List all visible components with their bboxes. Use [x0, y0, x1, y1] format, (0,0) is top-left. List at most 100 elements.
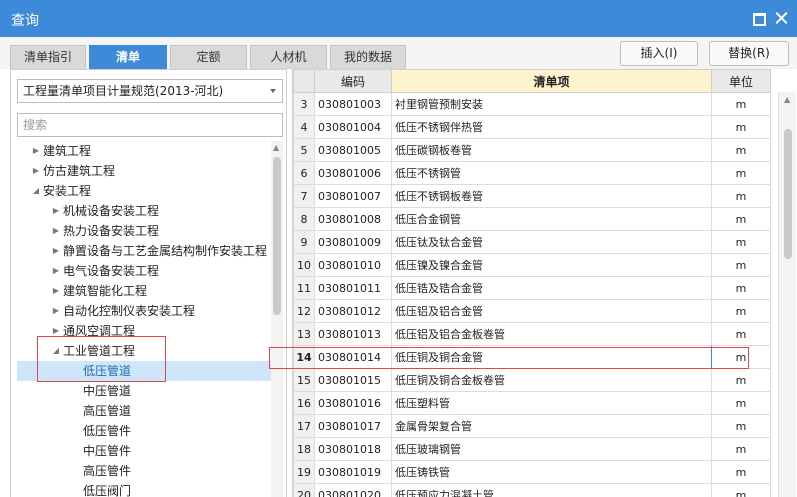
expand-arrow-icon[interactable]: ▶	[49, 201, 63, 221]
tab-labor-material-machine[interactable]: 人材机	[250, 45, 327, 69]
code-cell[interactable]: 030801018	[314, 437, 392, 461]
grid-scrollbar-thumb[interactable]	[784, 129, 792, 259]
insert-button[interactable]: 插入(I)	[620, 41, 698, 66]
code-cell[interactable]: 030801005	[314, 138, 392, 162]
expand-arrow-icon[interactable]: ▶	[29, 161, 43, 181]
tree-node[interactable]: 高压管件	[11, 461, 131, 481]
tab-bill[interactable]: 清单	[89, 45, 167, 69]
table-row[interactable]: 9 030801009 低压钛及钛合金管 m	[293, 230, 771, 254]
table-row[interactable]: 18 030801018 低压玻璃钢管 m	[293, 437, 771, 461]
unit-header[interactable]: 单位	[711, 69, 771, 93]
tab-my-data[interactable]: 我的数据	[330, 45, 406, 69]
row-number-cell[interactable]: 9	[293, 230, 315, 254]
item-name-cell[interactable]: 低压钛及钛合金管	[391, 230, 712, 254]
item-header[interactable]: 清单项	[391, 69, 712, 93]
expand-arrow-icon[interactable]: ▶	[49, 261, 63, 281]
unit-cell[interactable]: m	[711, 483, 771, 497]
table-row[interactable]: 19 030801019 低压铸铁管 m	[293, 460, 771, 484]
row-number-cell[interactable]: 11	[293, 276, 315, 300]
tree-node[interactable]: ▶ 建筑工程	[11, 141, 91, 161]
code-cell[interactable]: 030801011	[314, 276, 392, 300]
code-cell[interactable]: 030801007	[314, 184, 392, 208]
table-row[interactable]: 6 030801006 低压不锈钢管 m	[293, 161, 771, 185]
item-name-cell[interactable]: 低压铸铁管	[391, 460, 712, 484]
unit-cell[interactable]: m	[711, 230, 771, 254]
code-cell[interactable]: 030801006	[314, 161, 392, 185]
unit-cell[interactable]: m	[711, 92, 771, 116]
row-number-cell[interactable]: 7	[293, 184, 315, 208]
item-name-cell[interactable]: 低压锆及锆合金管	[391, 276, 712, 300]
tree-node[interactable]: ◢ 安装工程	[11, 181, 91, 201]
tree-node[interactable]: 中压管道	[11, 381, 131, 401]
tree-node[interactable]: ▶ 建筑智能化工程	[11, 281, 147, 301]
unit-cell[interactable]: m	[711, 207, 771, 231]
row-number-cell[interactable]: 6	[293, 161, 315, 185]
code-cell[interactable]: 030801020	[314, 483, 392, 497]
item-name-cell[interactable]: 低压塑料管	[391, 391, 712, 415]
unit-cell[interactable]: m	[711, 138, 771, 162]
tree-scrollbar-thumb[interactable]	[273, 157, 281, 315]
tree-node[interactable]: 低压阀门	[11, 481, 131, 497]
code-header[interactable]: 编码	[314, 69, 392, 93]
row-number-cell[interactable]: 3	[293, 92, 315, 116]
tab-bill-guide[interactable]: 清单指引	[10, 45, 86, 69]
table-row[interactable]: 11 030801011 低压锆及锆合金管 m	[293, 276, 771, 300]
code-cell[interactable]: 030801013	[314, 322, 392, 346]
unit-cell[interactable]: m	[711, 414, 771, 438]
code-cell[interactable]: 030801019	[314, 460, 392, 484]
expand-arrow-icon[interactable]: ▶	[49, 281, 63, 301]
table-row[interactable]: 16 030801016 低压塑料管 m	[293, 391, 771, 415]
table-row[interactable]: 8 030801008 低压合金钢管 m	[293, 207, 771, 231]
row-number-cell[interactable]: 15	[293, 368, 315, 392]
table-row[interactable]: 7 030801007 低压不锈钢板卷管 m	[293, 184, 771, 208]
item-name-cell[interactable]: 低压铜及铜合金板卷管	[391, 368, 712, 392]
tab-quota[interactable]: 定额	[170, 45, 247, 69]
search-input[interactable]	[17, 113, 283, 137]
row-number-cell[interactable]: 4	[293, 115, 315, 139]
expand-arrow-icon[interactable]: ▶	[49, 241, 63, 261]
code-cell[interactable]: 030801017	[314, 414, 392, 438]
replace-button[interactable]: 替换(R)	[709, 41, 789, 66]
item-name-cell[interactable]: 低压预应力混凝土管	[391, 483, 712, 497]
item-name-cell[interactable]: 低压玻璃钢管	[391, 437, 712, 461]
code-cell[interactable]: 030801009	[314, 230, 392, 254]
unit-cell[interactable]: m	[711, 115, 771, 139]
row-number-cell[interactable]: 8	[293, 207, 315, 231]
row-number-cell[interactable]: 19	[293, 460, 315, 484]
item-name-cell[interactable]: 低压铝及铝合金板卷管	[391, 322, 712, 346]
item-name-cell[interactable]: 衬里钢管预制安装	[391, 92, 712, 116]
unit-cell[interactable]: m	[711, 299, 771, 323]
table-row[interactable]: 15 030801015 低压铜及铜合金板卷管 m	[293, 368, 771, 392]
row-number-cell[interactable]: 18	[293, 437, 315, 461]
tree-scrollbar[interactable]: ▲	[271, 141, 283, 497]
row-number-cell[interactable]: 12	[293, 299, 315, 323]
tree-node[interactable]: ▶ 静置设备与工艺金属结构制作安装工程	[11, 241, 267, 261]
tree-node[interactable]: 高压管道	[11, 401, 131, 421]
collapse-arrow-icon[interactable]: ◢	[29, 181, 43, 201]
row-number-cell[interactable]: 10	[293, 253, 315, 277]
item-name-cell[interactable]: 低压不锈钢伴热管	[391, 115, 712, 139]
spec-select[interactable]: 工程量清单项目计量规范(2013-河北)	[17, 79, 283, 103]
tree-node[interactable]: ▶ 热力设备安装工程	[11, 221, 159, 241]
item-name-cell[interactable]: 低压不锈钢板卷管	[391, 184, 712, 208]
unit-cell[interactable]: m	[711, 391, 771, 415]
item-name-cell[interactable]: 低压镍及镍合金管	[391, 253, 712, 277]
tree-node[interactable]: ▶ 自动化控制仪表安装工程	[11, 301, 195, 321]
maximize-icon[interactable]	[750, 9, 768, 27]
expand-arrow-icon[interactable]: ▶	[49, 301, 63, 321]
unit-cell[interactable]: m	[711, 161, 771, 185]
table-row[interactable]: 4 030801004 低压不锈钢伴热管 m	[293, 115, 771, 139]
row-number-cell[interactable]: 20	[293, 483, 315, 497]
item-name-cell[interactable]: 低压合金钢管	[391, 207, 712, 231]
unit-cell[interactable]: m	[711, 322, 771, 346]
table-row[interactable]: 13 030801013 低压铝及铝合金板卷管 m	[293, 322, 771, 346]
expand-arrow-icon[interactable]: ▶	[29, 141, 43, 161]
code-cell[interactable]: 030801008	[314, 207, 392, 231]
code-cell[interactable]: 030801012	[314, 299, 392, 323]
scroll-up-icon[interactable]: ▲	[784, 95, 790, 104]
close-icon[interactable]	[773, 9, 791, 27]
grid-scrollbar[interactable]: ▲	[778, 92, 796, 497]
row-number-cell[interactable]: 17	[293, 414, 315, 438]
item-name-cell[interactable]: 低压碳钢板卷管	[391, 138, 712, 162]
unit-cell[interactable]: m	[711, 460, 771, 484]
